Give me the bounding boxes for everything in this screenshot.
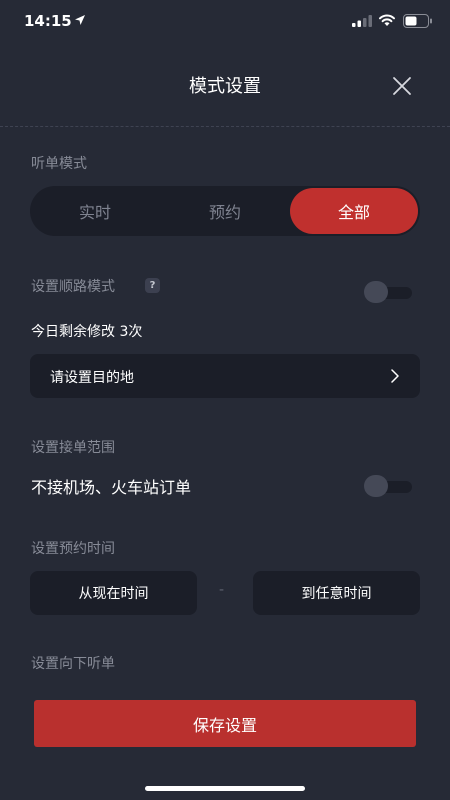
start-time-button[interactable]: 从现在时间 xyxy=(30,571,197,615)
listen-mode-label: 听单模式 xyxy=(31,156,87,172)
close-icon[interactable] xyxy=(388,72,416,100)
exclude-airport-station-text: 不接机场、火车站订单 xyxy=(31,478,192,497)
order-range-label: 设置接单范围 xyxy=(31,440,115,456)
destination-selector[interactable]: 请设置目的地 xyxy=(30,354,420,398)
location-arrow-icon xyxy=(75,15,85,25)
wifi-icon xyxy=(379,14,395,26)
time-separator: - xyxy=(219,582,225,598)
downward-listen-label: 设置向下听单 xyxy=(31,656,115,672)
status-time: 14:15 xyxy=(24,12,72,30)
booking-time-label: 设置预约时间 xyxy=(31,541,115,557)
listen-mode-segmented-control: 实时 预约 全部 xyxy=(30,186,420,236)
save-settings-button[interactable]: 保存设置 xyxy=(34,700,416,747)
page-title: 模式设置 xyxy=(189,76,261,97)
status-bar: 14:15 xyxy=(0,0,450,44)
toggle-knob xyxy=(364,475,388,497)
route-mode-label: 设置顺路模式 xyxy=(31,279,115,295)
battery-icon xyxy=(403,14,432,28)
signal-icon xyxy=(352,15,372,27)
remaining-changes-text: 今日剩余修改 3次 xyxy=(31,324,143,340)
destination-placeholder: 请设置目的地 xyxy=(50,370,134,386)
home-indicator xyxy=(145,786,305,791)
exclude-airport-station-toggle[interactable] xyxy=(364,475,412,497)
listen-mode-option-all[interactable]: 全部 xyxy=(290,188,418,234)
end-time-button[interactable]: 到任意时间 xyxy=(253,571,420,615)
toggle-knob xyxy=(364,281,388,303)
help-icon[interactable]: ? xyxy=(145,278,160,293)
header-divider xyxy=(0,126,450,127)
listen-mode-option-booking[interactable]: 预约 xyxy=(160,186,290,236)
route-mode-toggle[interactable] xyxy=(364,281,412,303)
listen-mode-option-realtime[interactable]: 实时 xyxy=(30,186,160,236)
chevron-right-icon xyxy=(391,369,399,383)
